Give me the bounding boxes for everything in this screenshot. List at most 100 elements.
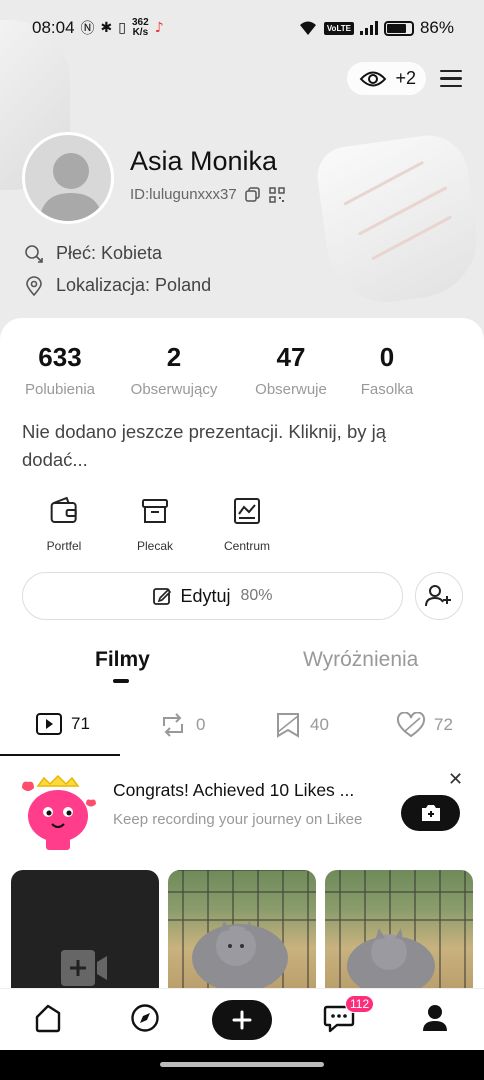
nfc-icon: Ⓝ [80,21,95,37]
avatar[interactable] [22,132,114,224]
subtab-saved[interactable]: 40 [274,712,329,738]
new-video-thumbnail[interactable] [11,870,159,1000]
net-speed: 362 K/s [132,17,149,38]
active-tab-indicator [113,679,129,683]
active-subtab-indicator [0,754,120,756]
nav-profile[interactable] [421,1003,449,1038]
volte-badge: VoLTE [323,21,354,35]
stat-label: Polubienia [24,381,96,398]
location-text: Lokalizacja: Poland [56,275,212,295]
qr-code-icon[interactable] [268,186,285,203]
cat-image [168,870,316,1000]
nav-explore[interactable] [130,1003,160,1038]
heart-icon [396,712,426,738]
profile-content-card: 633 Polubienia 2 Obserwujący 47 Obserwuj… [0,318,484,1000]
gender-icon [25,244,43,263]
repost-icon [163,713,183,737]
video-thumbnail[interactable] [325,870,473,1000]
bottom-navigation: 112 [0,988,484,1050]
stat-likes[interactable]: 633 Polubienia [25,342,95,398]
gender-row: Płeć: Kobieta [24,243,162,264]
close-icon[interactable]: ✕ [448,769,463,790]
wifi-icon [299,21,316,35]
add-user-icon [425,585,451,607]
copy-icon[interactable] [244,186,261,203]
stat-value: 47 [276,342,306,372]
subtab-reposts[interactable]: 0 [158,712,205,738]
user-id-row: ID:lulugunxxx37 [130,186,285,203]
stat-value: 2 [166,342,182,372]
subtab-count: 40 [310,715,329,734]
video-icon [36,713,62,735]
stat-value: 633 [38,342,82,372]
congrats-banner: Congrats! Achieved 10 Likes ... Keep rec… [0,766,484,866]
quick-action-center[interactable]: Centrum [224,496,270,553]
video-grid [0,870,484,1000]
profile-completion: 80% [240,587,273,604]
subtab-count: 71 [71,714,90,733]
quick-action-label: Centrum [223,539,271,553]
signal-icon [359,21,378,35]
quick-action-wallet[interactable]: Portfel [46,496,82,553]
camera-icon [421,805,440,821]
congrats-subtitle: Keep recording your journey on Likee [113,811,363,828]
create-video-button[interactable] [212,1000,272,1040]
bookmark-icon [277,713,299,738]
edit-label: Edytuj [180,585,231,606]
top-actions: +2 [347,62,462,95]
stat-label: Obserwujący [130,381,218,398]
eye-icon [360,71,387,86]
add-friend-button[interactable] [415,572,463,620]
subtab-count: 72 [434,715,453,734]
home-icon [35,1004,61,1033]
tab-highlights[interactable]: Wyróżnienia [303,648,418,672]
quick-action-label: Plecak [136,539,174,553]
cat-image [325,870,473,1000]
status-bar: 08:04 Ⓝ ✱ ▯ 362 K/s ♪ VoLTE 86% [0,0,484,56]
quick-action-backpack[interactable]: Plecak [137,496,173,553]
menu-icon[interactable] [440,69,462,88]
messages-badge: 112 [345,995,375,1013]
quick-action-label: Portfel [46,539,82,553]
location-pin-icon [26,275,42,296]
subtab-count: 0 [196,715,206,734]
edit-profile-button[interactable]: Edytuj 80% [22,572,403,620]
battery-icon [383,20,414,36]
stat-following[interactable]: 47 Obserwuje [255,342,327,398]
profile-viewers-button[interactable]: +2 [347,62,426,95]
stat-beans[interactable]: 0 Fasolka [361,342,414,398]
mascot-icon [22,774,96,850]
viewers-count: +2 [395,68,416,88]
status-time: 08:04 [32,18,75,37]
bluetooth-icon: ✱ [100,20,113,36]
wallet-icon [51,496,77,523]
profile-icon [423,1005,447,1031]
vibrate-icon: ▯ [118,20,126,36]
decorative-shape [313,130,484,310]
gender-text: Płeć: Kobieta [56,243,163,263]
record-video-button[interactable] [401,795,460,831]
profile-name: Asia Monika [130,146,278,176]
backpack-icon [142,499,168,523]
tiktok-icon: ♪ [154,20,164,36]
edit-icon [153,588,172,605]
stat-value: 0 [379,342,395,372]
nav-home[interactable] [33,1003,63,1038]
congrats-title: Congrats! Achieved 10 Likes ... [113,780,355,800]
bio-text[interactable]: Nie dodano jeszcze prezentacji. Kliknij,… [22,418,442,474]
battery-percent: 86% [419,18,454,37]
video-camera-icon [61,950,107,986]
tab-videos[interactable]: Filmy [95,648,150,672]
subtab-videos[interactable]: 71 [35,712,90,736]
system-navigation-bar [0,1050,484,1080]
plus-icon [232,1010,252,1030]
stat-label: Obserwuje [255,381,327,398]
user-id: ID:lulugunxxx37 [130,186,237,203]
location-row: Lokalizacja: Poland [24,275,211,296]
video-thumbnail[interactable] [168,870,316,1000]
chart-icon [233,498,260,524]
subtab-liked[interactable]: 72 [396,712,453,738]
home-gesture-bar[interactable] [160,1062,324,1067]
stat-followers[interactable]: 2 Obserwujący [131,342,218,398]
stat-label: Fasolka [360,381,414,398]
